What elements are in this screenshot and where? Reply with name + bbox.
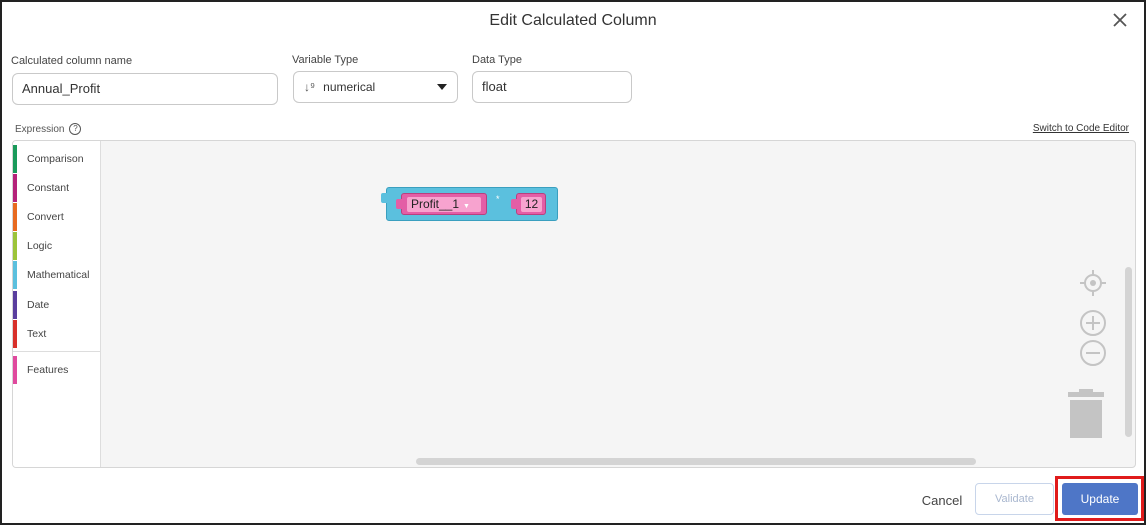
update-button[interactable]: Update: [1062, 483, 1138, 515]
feature-block[interactable]: Profit__1 ▼: [396, 193, 487, 215]
dialog-title: Edit Calculated Column: [489, 12, 657, 29]
close-icon[interactable]: [1110, 10, 1130, 30]
expression-label-text: Expression: [15, 123, 65, 135]
feature-dropdown[interactable]: Profit__1 ▼: [407, 197, 481, 212]
validate-button[interactable]: Validate: [975, 483, 1054, 515]
variable-type-label: Variable Type: [292, 54, 359, 66]
horizontal-scrollbar[interactable]: [416, 458, 976, 465]
block-connector: [396, 199, 404, 209]
edit-calculated-column-dialog: Edit Calculated Column Calculated column…: [0, 0, 1146, 525]
trash-icon[interactable]: [1067, 389, 1105, 444]
variable-type-value: numerical: [323, 80, 376, 94]
variable-type-select[interactable]: ↓⁹ numerical: [293, 71, 458, 103]
toolbox-item-convert[interactable]: Convert: [13, 203, 100, 231]
sort-numeric-icon: ↓⁹: [304, 80, 316, 94]
zoom-in-icon[interactable]: [1079, 309, 1107, 342]
switch-to-code-editor-link[interactable]: Switch to Code Editor: [1033, 123, 1129, 134]
toolbox-item-features[interactable]: Features: [13, 356, 100, 384]
chevron-down-icon: [437, 84, 447, 90]
dropdown-caret-icon: ▼: [463, 203, 470, 210]
multiply-block[interactable]: Profit__1 ▼ * 12: [381, 187, 558, 221]
cancel-button[interactable]: Cancel: [912, 484, 972, 516]
expression-workspace[interactable]: Comparison Constant Convert Logic Mathem…: [12, 140, 1136, 468]
help-icon[interactable]: ?: [69, 123, 82, 135]
column-name-label: Calculated column name: [11, 55, 133, 67]
toolbox-divider: [13, 351, 100, 352]
toolbox-item-logic[interactable]: Logic: [13, 232, 100, 260]
column-name-input[interactable]: Annual_Profit: [12, 73, 278, 105]
toolbox-item-constant[interactable]: Constant: [13, 174, 100, 202]
constant-value[interactable]: 12: [521, 197, 542, 212]
vertical-scrollbar[interactable]: [1125, 267, 1132, 437]
toolbox-item-date[interactable]: Date: [13, 291, 100, 319]
block-connector: [511, 199, 519, 209]
toolbox-item-mathematical[interactable]: Mathematical: [13, 261, 100, 289]
block-toolbox: Comparison Constant Convert Logic Mathem…: [13, 141, 101, 467]
block-connector: [381, 193, 389, 203]
toolbox-item-text[interactable]: Text: [13, 320, 100, 348]
operator-label: *: [496, 194, 500, 204]
toolbox-item-comparison[interactable]: Comparison: [13, 145, 100, 173]
data-type-input[interactable]: float: [472, 71, 632, 103]
data-type-label: Data Type: [472, 54, 522, 66]
expression-label: Expression ?: [15, 123, 82, 135]
zoom-out-icon[interactable]: [1079, 339, 1107, 372]
recenter-icon[interactable]: [1079, 269, 1107, 302]
constant-block[interactable]: 12: [511, 193, 546, 215]
